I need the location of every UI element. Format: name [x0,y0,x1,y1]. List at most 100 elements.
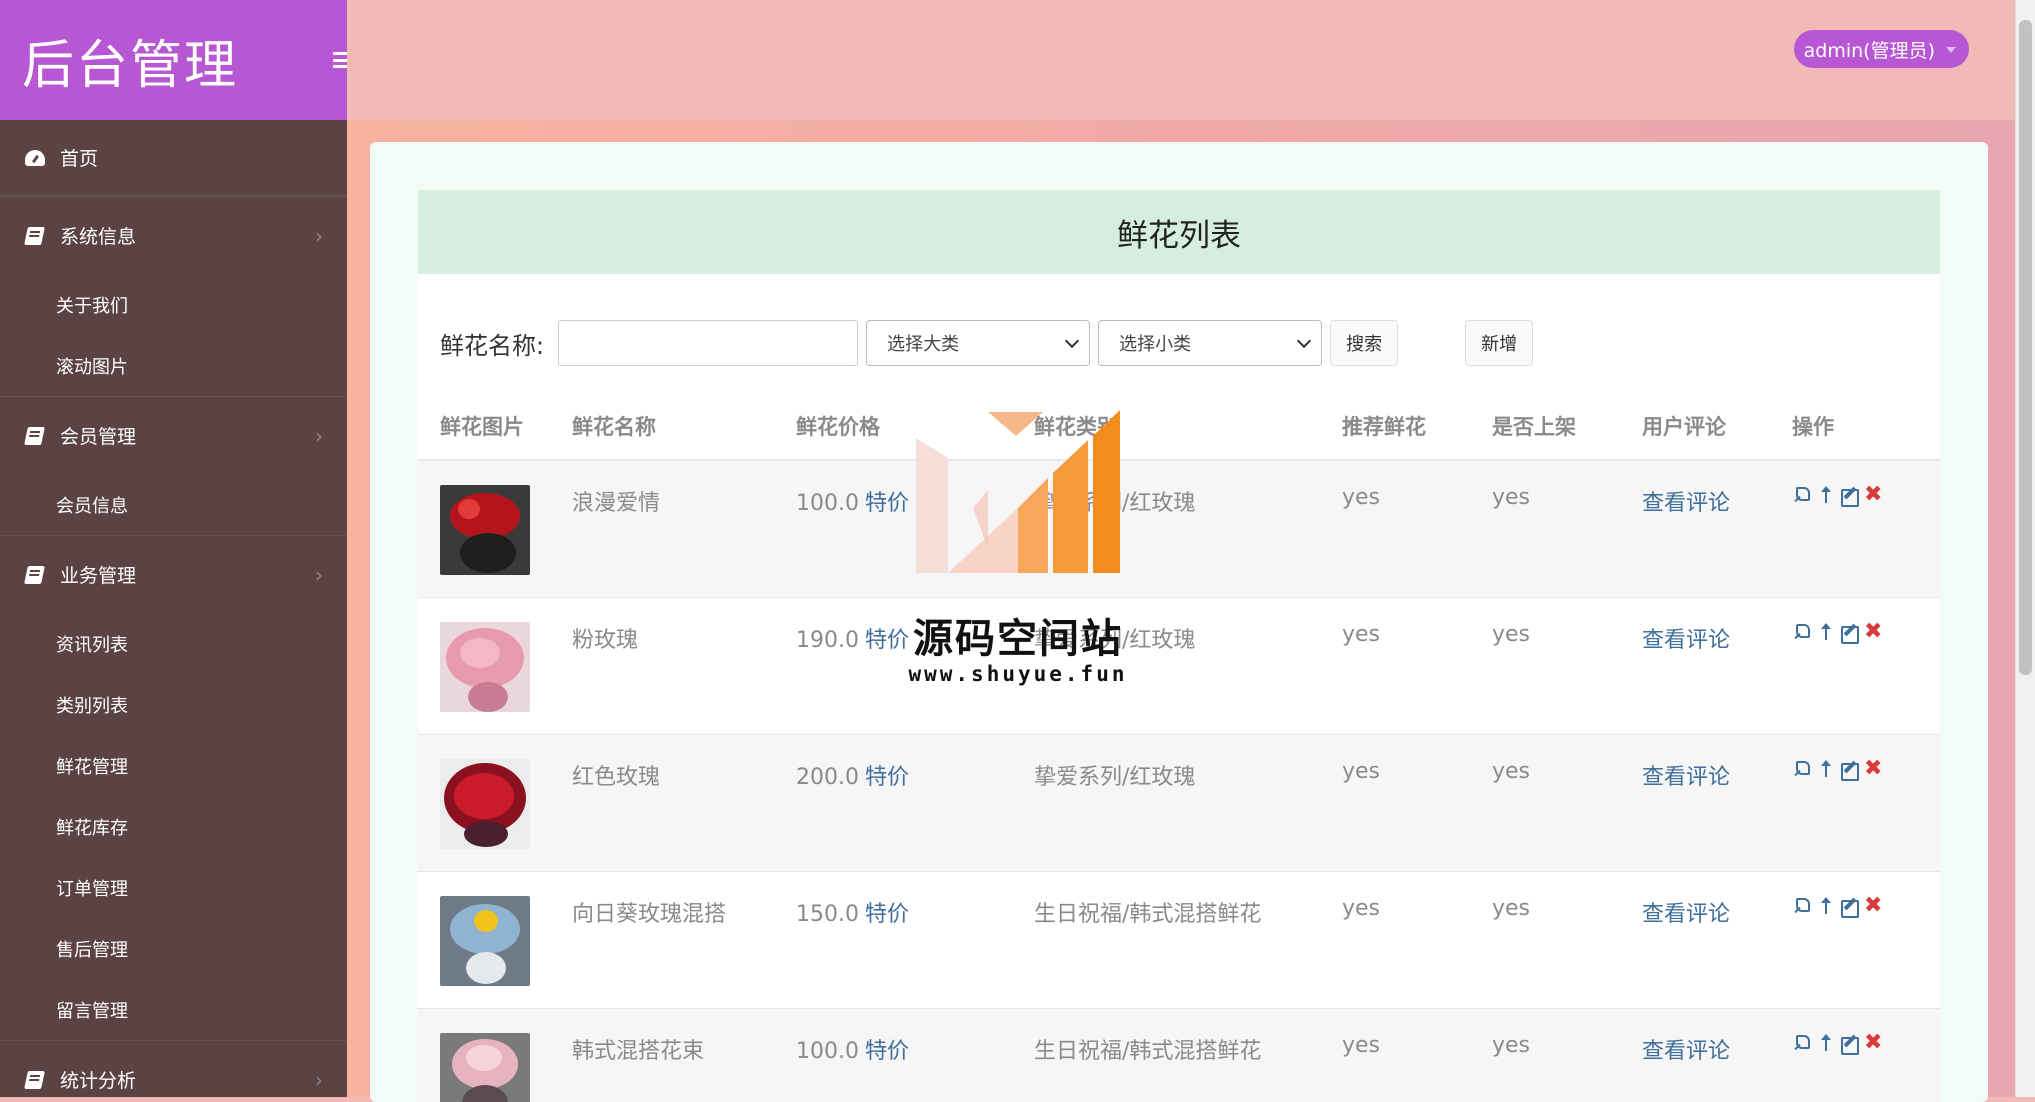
category-select-value: 选择大类 [887,330,959,356]
content-card: 鲜花列表 鲜花名称: 选择大类 选择小类 搜索 新增 鲜花 [370,142,1988,1102]
sidebar-group-system-info[interactable]: 系统信息 › [0,196,347,274]
sidebar-item-label: 鲜花管理 [56,753,128,779]
add-button[interactable]: 新增 [1465,320,1533,366]
sort-icon[interactable] [1816,622,1836,642]
pin-icon[interactable] [1792,1033,1812,1053]
book-icon [24,1070,46,1090]
sidebar-item-carousel[interactable]: 滚动图片 [0,335,347,396]
sort-icon[interactable] [1816,896,1836,916]
special-price-tag: 特价 [865,765,909,790]
recommend-value: yes [1342,734,1492,871]
on-sale-value: yes [1492,460,1642,597]
on-sale-value: yes [1492,734,1642,871]
pin-icon[interactable] [1792,759,1812,779]
edit-icon[interactable] [1840,759,1860,779]
flower-category: 挚爱系列/红玫瑰 [1034,734,1342,871]
column-header-name: 鲜花名称 [572,392,796,460]
category-select[interactable]: 选择大类 [866,320,1090,366]
flower-name: 浪漫爱情 [572,460,796,597]
flower-category: 生日祝福/韩式混搭鲜花 [1034,871,1342,1008]
flower-image[interactable] [440,759,530,849]
sidebar-item-flower-stock[interactable]: 鲜花库存 [0,796,347,857]
search-button[interactable]: 搜索 [1330,320,1398,366]
sidebar-item-member-info[interactable]: 会员信息 [0,474,347,535]
on-sale-value: yes [1492,597,1642,734]
flower-image[interactable] [440,622,530,712]
column-header-category: 鲜花类别 [1034,392,1342,460]
flower-image[interactable] [440,485,530,575]
sidebar-item-flower-management[interactable]: 鲜花管理 [0,735,347,796]
flower-category: 生日祝福/韩式混搭鲜花 [1034,1008,1342,1102]
flower-image[interactable] [440,896,530,986]
flower-name-input[interactable] [558,320,858,366]
recommend-value: yes [1342,460,1492,597]
view-comments-link[interactable]: 查看评论 [1642,628,1730,653]
sidebar-group-business[interactable]: 业务管理 › [0,535,347,613]
sidebar-group-statistics[interactable]: 统计分析 › [0,1040,347,1097]
vertical-scrollbar[interactable] [2015,0,2035,1097]
book-icon [24,565,46,585]
delete-icon[interactable]: ✖ [1864,896,1882,916]
delete-icon[interactable]: ✖ [1864,485,1882,505]
column-header-price: 鲜花价格 [796,392,1034,460]
price-cell: 190.0特价 [796,597,1034,734]
pin-icon[interactable] [1792,485,1812,505]
flower-list-panel: 鲜花名称: 选择大类 选择小类 搜索 新增 鲜花图片 鲜花名称 [418,274,1940,1102]
search-bar: 鲜花名称: 选择大类 选择小类 搜索 新增 [440,320,1533,366]
on-sale-value: yes [1492,1008,1642,1102]
sort-icon[interactable] [1816,759,1836,779]
row-actions: ✖ [1792,759,1940,779]
sidebar-item-news-list[interactable]: 资讯列表 [0,613,347,674]
subcategory-select[interactable]: 选择小类 [1098,320,1322,366]
delete-icon[interactable]: ✖ [1864,1033,1882,1053]
sidebar-group-label: 统计分析 [60,1066,136,1093]
sidebar-item-about-us[interactable]: 关于我们 [0,274,347,335]
view-comments-link[interactable]: 查看评论 [1642,491,1730,516]
comment-cell: 查看评论 [1642,460,1792,597]
sidebar-toggle-button[interactable] [315,32,347,88]
comment-cell: 查看评论 [1642,871,1792,1008]
view-comments-link[interactable]: 查看评论 [1642,1039,1730,1064]
price-cell: 200.0特价 [796,734,1034,871]
chevron-right-icon: › [315,1068,323,1092]
flower-image[interactable] [440,1033,530,1102]
flower-name: 粉玫瑰 [572,597,796,734]
chevron-right-icon: › [315,424,323,448]
on-sale-value: yes [1492,871,1642,1008]
sort-icon[interactable] [1816,485,1836,505]
sidebar-item-order-management[interactable]: 订单管理 [0,857,347,918]
view-comments-link[interactable]: 查看评论 [1642,902,1730,927]
scrollbar-thumb[interactable] [2019,20,2032,675]
book-icon [24,226,46,246]
sidebar-item-messages[interactable]: 留言管理 [0,979,347,1040]
special-price-tag: 特价 [865,628,909,653]
sidebar-item-label: 类别列表 [56,692,128,718]
delete-icon[interactable]: ✖ [1864,759,1882,779]
image-cell [418,597,572,734]
sidebar-item-category-list[interactable]: 类别列表 [0,674,347,735]
comment-cell: 查看评论 [1642,734,1792,871]
row-actions: ✖ [1792,1033,1940,1053]
flower-name: 韩式混搭花束 [572,1008,796,1102]
price-cell: 100.0特价 [796,460,1034,597]
sidebar-item-home[interactable]: 首页 [0,120,347,196]
edit-icon[interactable] [1840,622,1860,642]
special-price-tag: 特价 [865,902,909,927]
main-content: 鲜花列表 鲜花名称: 选择大类 选择小类 搜索 新增 鲜花 [347,120,2015,1097]
user-menu-button[interactable]: admin(管理员) [1794,30,1969,68]
edit-icon[interactable] [1840,485,1860,505]
search-label: 鲜花名称: [440,326,544,361]
page-title: 鲜花列表 [418,190,1940,274]
delete-icon[interactable]: ✖ [1864,622,1882,642]
price-cell: 100.0特价 [796,1008,1034,1102]
actions-cell: ✖ [1792,460,1940,597]
comment-cell: 查看评论 [1642,597,1792,734]
pin-icon[interactable] [1792,896,1812,916]
sidebar-group-members[interactable]: 会员管理 › [0,396,347,474]
pin-icon[interactable] [1792,622,1812,642]
view-comments-link[interactable]: 查看评论 [1642,765,1730,790]
sort-icon[interactable] [1816,1033,1836,1053]
edit-icon[interactable] [1840,896,1860,916]
edit-icon[interactable] [1840,1033,1860,1053]
sidebar-item-after-sales[interactable]: 售后管理 [0,918,347,979]
